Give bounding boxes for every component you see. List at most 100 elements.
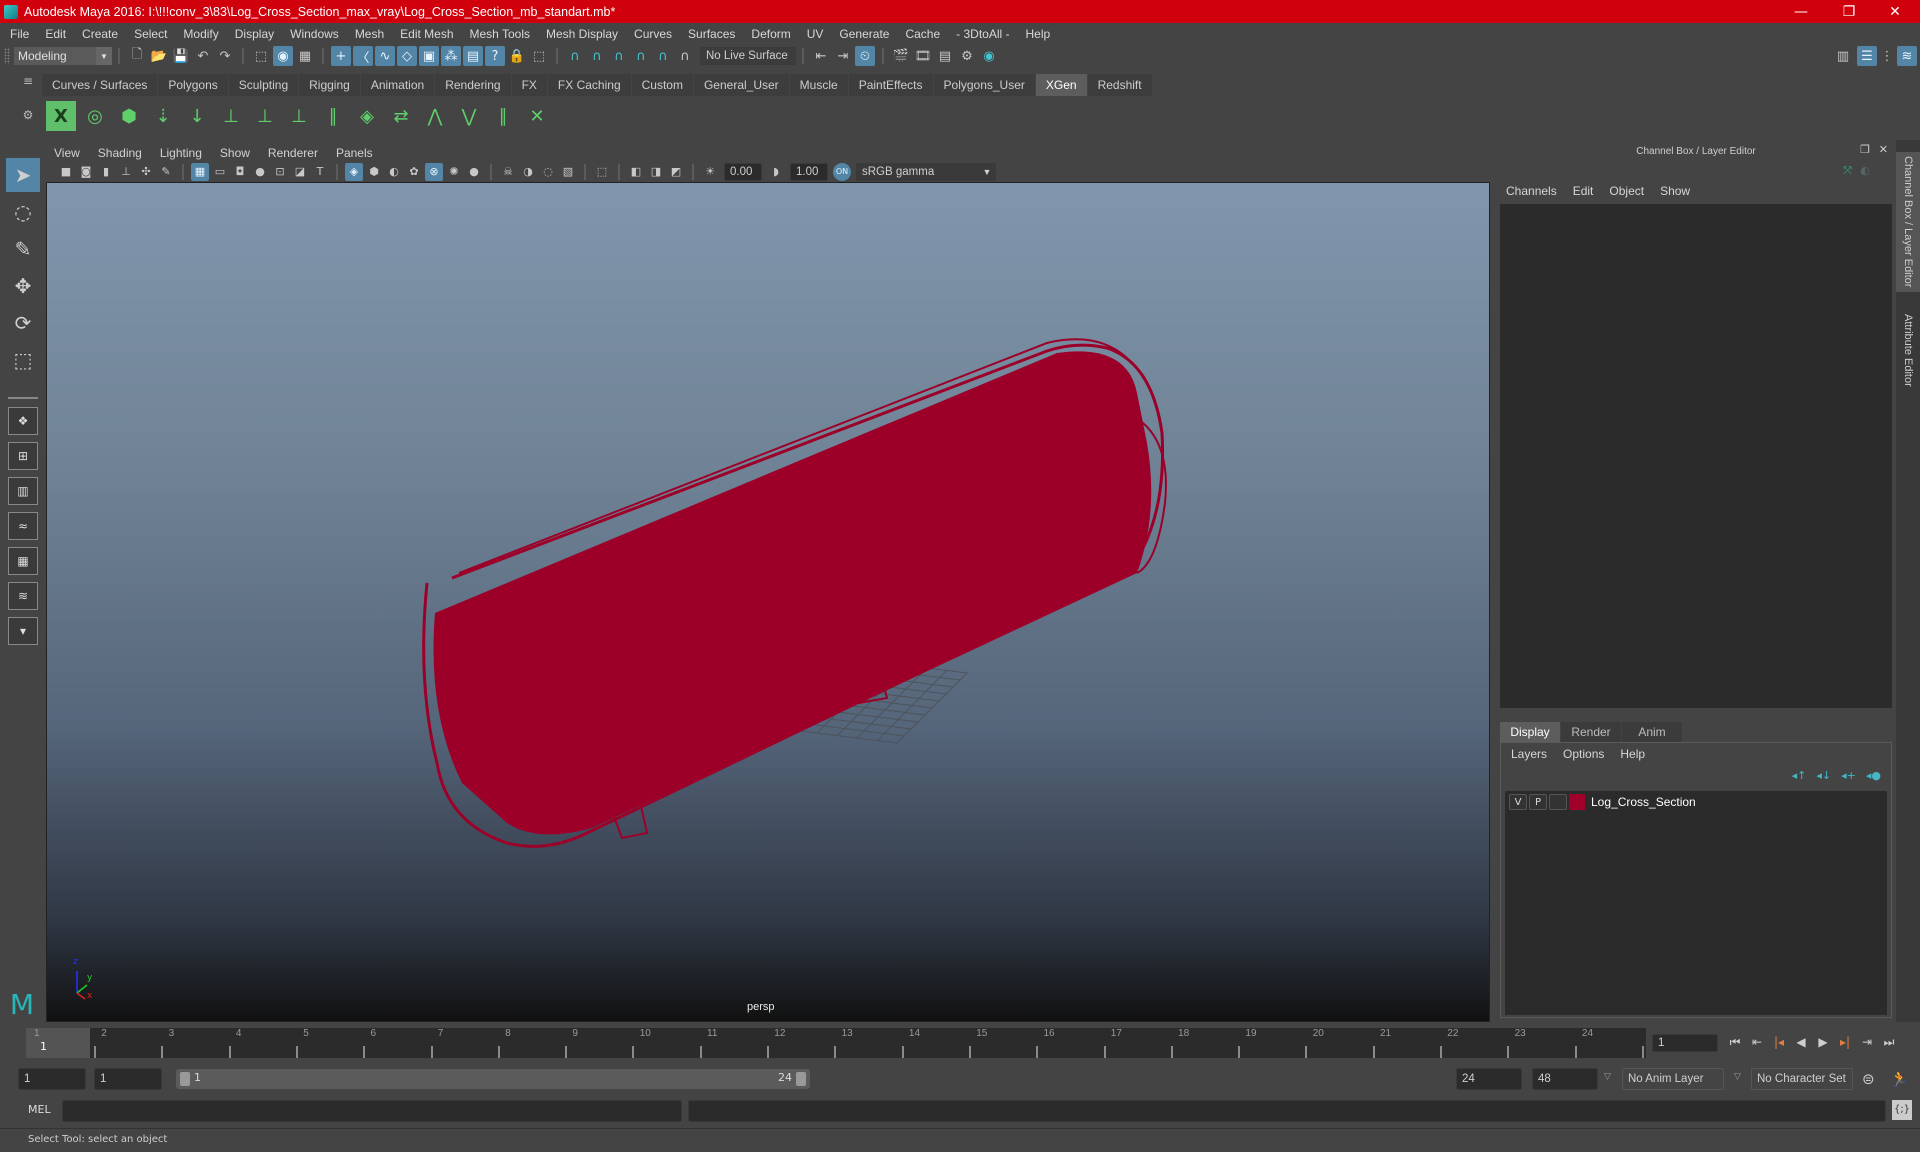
shelf-tab-polygons-user[interactable]: Polygons_User xyxy=(933,74,1036,96)
menu-edit[interactable]: Edit xyxy=(45,27,66,41)
range-slider-start-handle[interactable] xyxy=(180,1072,190,1086)
menu-cache[interactable]: Cache xyxy=(905,27,940,41)
command-input[interactable] xyxy=(62,1100,682,1122)
snap-together-icon[interactable]: ⁂ xyxy=(441,46,461,66)
animation-end-field[interactable]: 48 xyxy=(1532,1068,1598,1090)
create-description-icon[interactable]: ◎ xyxy=(80,101,110,131)
command-language-label[interactable]: MEL xyxy=(28,1103,51,1116)
hypershade-persp-layout-icon[interactable]: ▦ xyxy=(8,547,38,575)
lock-guide-icon[interactable]: ⊥ xyxy=(284,101,314,131)
shelf-tab-curves-surfaces[interactable]: Curves / Surfaces xyxy=(42,74,159,96)
panel-menu-shading[interactable]: Shading xyxy=(98,146,142,160)
select-by-component-icon[interactable]: ▦ xyxy=(295,46,315,66)
grid-icon[interactable]: ▦ xyxy=(191,162,209,181)
render-settings-icon[interactable]: ⚙ xyxy=(957,46,977,66)
layer-name[interactable]: Log_Cross_Section xyxy=(1591,795,1696,809)
menu-help[interactable]: Help xyxy=(1026,27,1051,41)
textured-icon[interactable]: ✿ xyxy=(405,163,423,181)
layer-color-swatch[interactable] xyxy=(1569,794,1585,810)
cb-menu-show[interactable]: Show xyxy=(1660,184,1690,198)
gate-mask-icon[interactable]: ● xyxy=(251,163,269,181)
step-forward-frame-icon[interactable]: ⇥ xyxy=(1856,1032,1878,1052)
gamma-icon[interactable]: ◗ xyxy=(767,163,785,181)
menu-modify[interactable]: Modify xyxy=(183,27,218,41)
side-tab-channel-box[interactable]: Channel Box / Layer Editor xyxy=(1896,152,1920,292)
sculpt-guides-icon[interactable]: ∥ xyxy=(318,101,348,131)
playback-start-field[interactable]: 1 xyxy=(94,1068,162,1090)
go-to-start-icon[interactable]: ⏮ xyxy=(1724,1032,1746,1052)
menu-windows[interactable]: Windows xyxy=(290,27,339,41)
guide-flip-icon[interactable]: ⋀ xyxy=(420,101,450,131)
menu-curves[interactable]: Curves xyxy=(634,27,672,41)
menu-create[interactable]: Create xyxy=(82,27,118,41)
snap-point-magnet-icon[interactable]: ∩ xyxy=(609,46,629,66)
scale-tool-icon[interactable]: ⬚ xyxy=(6,343,40,377)
character-set-dropdown-arrow-icon[interactable]: ▽ xyxy=(1734,1072,1741,1082)
script-editor-icon[interactable]: {;} xyxy=(1892,1100,1912,1120)
persp-graph-layout-icon[interactable]: ≈ xyxy=(8,512,38,540)
perspective-viewport[interactable]: z y x persp xyxy=(46,182,1490,1022)
move-layer-up-icon[interactable]: ◂↑ xyxy=(1792,769,1807,782)
screen-space-ao-icon[interactable]: ☠ xyxy=(499,163,517,181)
select-by-hierarchy-icon[interactable]: ⬚ xyxy=(251,46,271,66)
layout-expand-icon[interactable]: ▾ xyxy=(8,617,38,645)
menu-uv[interactable]: UV xyxy=(807,27,824,41)
current-frame-field[interactable]: 1 xyxy=(1652,1034,1718,1052)
close-button[interactable]: ✕ xyxy=(1872,0,1918,23)
menu-mesh[interactable]: Mesh xyxy=(355,27,384,41)
guide-delete-icon[interactable]: ✕ xyxy=(522,101,552,131)
move-layer-down-icon[interactable]: ◂↓ xyxy=(1816,769,1831,782)
persp-graph-hypergraph-layout-icon[interactable]: ≋ xyxy=(8,582,38,610)
multisample-aa-icon[interactable]: ◌ xyxy=(539,163,557,181)
float-panel-icon[interactable]: ❐ xyxy=(1860,143,1870,156)
guide-cut-icon[interactable]: ⋁ xyxy=(454,101,484,131)
lasso-tool-icon[interactable]: ◌ xyxy=(6,195,40,229)
menu-edit-mesh[interactable]: Edit Mesh xyxy=(400,27,453,41)
image-plane-icon[interactable]: ⊥ xyxy=(117,163,135,181)
snap-view-magnet-icon[interactable]: ∩ xyxy=(631,46,651,66)
render-sequence-icon[interactable]: 🎞 xyxy=(913,46,933,66)
single-perspective-layout-icon[interactable]: ❖ xyxy=(8,407,38,435)
layer-tab-render[interactable]: Render xyxy=(1561,722,1621,742)
shelf-tab-polygons[interactable]: Polygons xyxy=(158,74,229,96)
select-by-object-icon[interactable]: ◉ xyxy=(273,46,293,66)
maximize-button[interactable]: ❐ xyxy=(1826,0,1872,23)
layer-visibility-toggle[interactable]: V xyxy=(1509,794,1527,810)
panel-menu-panels[interactable]: Panels xyxy=(336,146,373,160)
tool-settings-icon[interactable]: ⋮ xyxy=(1877,46,1897,66)
guide-smooth-icon[interactable]: ∥ xyxy=(488,101,518,131)
auto-key-icon[interactable]: ⊜ xyxy=(1862,1070,1875,1088)
color-space-dropdown[interactable]: sRGB gamma ▼ xyxy=(856,162,996,181)
delete-description-icon[interactable]: ⬢ xyxy=(114,101,144,131)
minimize-button[interactable]: — xyxy=(1778,0,1824,23)
live-surface-field[interactable]: No Live Surface xyxy=(700,47,796,65)
menu-display[interactable]: Display xyxy=(235,27,274,41)
shelf-tab-sculpting[interactable]: Sculpting xyxy=(228,74,300,96)
go-to-end-icon[interactable]: ⏭ xyxy=(1878,1032,1900,1052)
shelf-tab-fx[interactable]: FX xyxy=(511,74,548,96)
menu-surfaces[interactable]: Surfaces xyxy=(688,27,735,41)
menu-3dtoall[interactable]: - 3DtoAll - xyxy=(956,27,1009,41)
render-current-frame-icon[interactable]: 🎬 xyxy=(891,46,911,66)
shelf-menu-icon[interactable]: ≡ xyxy=(18,74,38,88)
make-live-icon[interactable]: ▣ xyxy=(419,46,439,66)
animation-preferences-icon[interactable]: 🏃 xyxy=(1890,1070,1909,1088)
xgen-editor-icon[interactable]: X xyxy=(46,101,76,131)
play-backwards-icon[interactable]: ◀ xyxy=(1790,1032,1812,1052)
new-layer-from-selection-icon[interactable]: ◂● xyxy=(1866,769,1881,782)
shelf-settings-icon[interactable]: ⚙ xyxy=(18,108,38,122)
move-tool-icon[interactable]: ✥ xyxy=(6,269,40,303)
add-guides-icon[interactable]: ⇣ xyxy=(148,101,178,131)
shelf-tab-rendering[interactable]: Rendering xyxy=(435,74,512,96)
bookmarks-icon[interactable]: ▮ xyxy=(97,163,115,181)
open-scene-icon[interactable]: 📂 xyxy=(149,46,169,66)
color-management-toggle-icon[interactable]: ON xyxy=(833,162,851,181)
layer-playback-toggle[interactable]: P xyxy=(1529,794,1547,810)
menu-mesh-tools[interactable]: Mesh Tools xyxy=(470,27,530,41)
lock-icon[interactable]: 🔒 xyxy=(507,46,527,66)
safe-title-icon[interactable]: T xyxy=(311,163,329,181)
edit-guide-icon[interactable]: ⊥ xyxy=(250,101,280,131)
layer-tab-display[interactable]: Display xyxy=(1500,722,1560,742)
redo-icon[interactable]: ↷ xyxy=(215,46,235,66)
place-guide-icon[interactable]: ↓ xyxy=(182,101,212,131)
